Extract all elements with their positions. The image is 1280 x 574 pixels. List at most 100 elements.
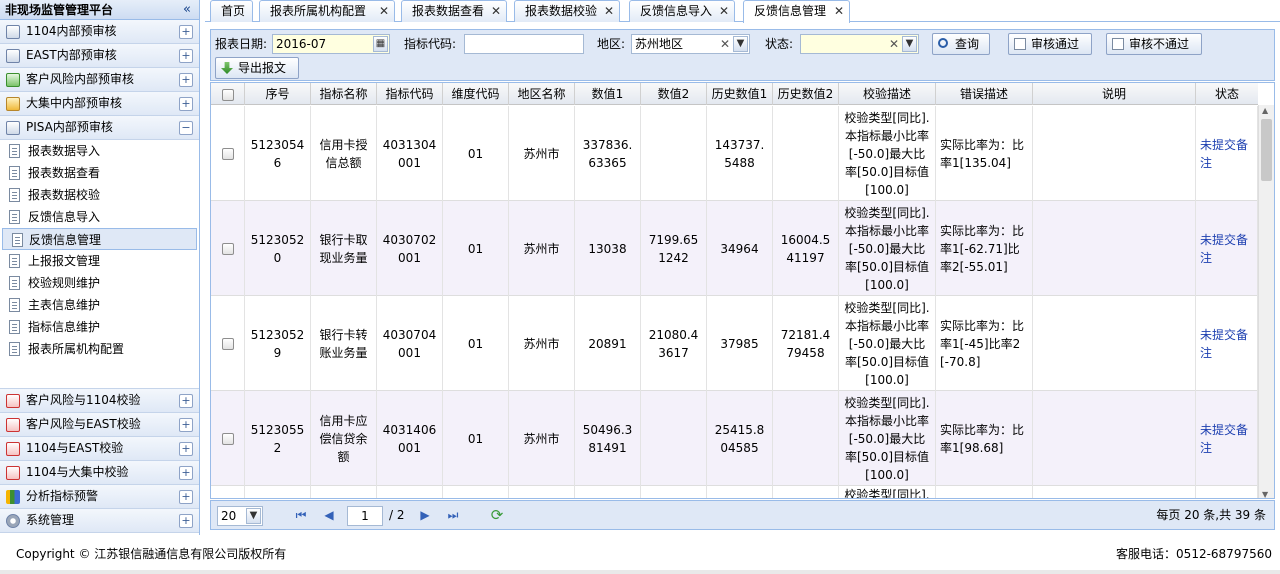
- row-checkbox[interactable]: [221, 147, 234, 160]
- select-all-checkbox[interactable]: [221, 88, 234, 101]
- sidebar-item-feedback-manage[interactable]: 反馈信息管理: [2, 228, 197, 250]
- collapse-icon[interactable]: −: [179, 121, 193, 135]
- cell-note[interactable]: [1033, 201, 1196, 296]
- cell-status[interactable]: 未提交备注: [1196, 106, 1258, 201]
- col-header[interactable]: 指标代码: [377, 83, 443, 105]
- col-header[interactable]: 地区名称: [509, 83, 575, 105]
- expand-icon[interactable]: +: [179, 97, 193, 111]
- col-header[interactable]: 状态: [1196, 83, 1258, 105]
- nav-group-pisa-prereview[interactable]: PISA内部预审核 −: [0, 116, 199, 140]
- refresh-icon[interactable]: ⟳: [489, 507, 505, 523]
- tab-feedback-import[interactable]: 反馈信息导入 ✕: [629, 0, 735, 22]
- col-header[interactable]: 说明: [1033, 83, 1196, 105]
- col-header[interactable]: 历史数值1: [707, 83, 773, 105]
- col-header[interactable]: 校验描述: [839, 83, 936, 105]
- chevron-down-icon[interactable]: ▼: [733, 36, 748, 52]
- col-header[interactable]: 指标名称: [311, 83, 377, 105]
- region-select[interactable]: 苏州地区 ✕ ▼: [631, 34, 750, 54]
- sidebar-item-main-table[interactable]: 主表信息维护: [0, 294, 199, 316]
- nav-group-system-manage[interactable]: 系统管理 +: [0, 509, 199, 533]
- export-button[interactable]: 导出报文: [215, 57, 299, 79]
- nav-group-1104-east[interactable]: 1104与EAST校验 +: [0, 437, 199, 461]
- chevron-down-icon[interactable]: ▼: [902, 36, 917, 52]
- sidebar-item-feedback-import[interactable]: 反馈信息导入: [0, 206, 199, 228]
- collapse-sidebar-icon[interactable]: «: [183, 0, 191, 20]
- close-icon[interactable]: ✕: [834, 1, 844, 21]
- cell-status[interactable]: 未提交备注: [1196, 296, 1258, 391]
- col-header[interactable]: 数值2: [641, 83, 707, 105]
- cell-status[interactable]: 未提交备注: [1196, 391, 1258, 486]
- expand-icon[interactable]: +: [179, 49, 193, 63]
- row-checkbox[interactable]: [221, 242, 234, 255]
- scroll-down-icon[interactable]: ▼: [1262, 490, 1268, 498]
- tab-home[interactable]: 首页: [210, 0, 253, 22]
- nav-group-1104-prereview[interactable]: 1104内部预审核 +: [0, 20, 199, 44]
- table-row[interactable]: 51230552 信用卡应偿信贷余额 4031406001 01 苏州市 50496.38…: [211, 391, 1258, 486]
- row-checkbox-cell[interactable]: [211, 106, 245, 201]
- page-size-select[interactable]: 20 ▼: [217, 506, 263, 526]
- col-header[interactable]: 维度代码: [443, 83, 509, 105]
- sidebar-item-report-validate[interactable]: 报表数据校验: [0, 184, 199, 206]
- nav-group-east-prereview[interactable]: EAST内部预审核 +: [0, 44, 199, 68]
- close-icon[interactable]: ✕: [379, 1, 389, 21]
- table-row[interactable]: 51230520 银行卡取现业务量 4030702001 01 苏州市 13038 7199…: [211, 201, 1258, 296]
- expand-icon[interactable]: +: [179, 394, 193, 408]
- next-page-icon[interactable]: ▶: [417, 507, 433, 523]
- col-header[interactable]: 数值1: [575, 83, 641, 105]
- cell-note[interactable]: [1033, 106, 1196, 201]
- sidebar-item-upload-message[interactable]: 上报报文管理: [0, 250, 199, 272]
- sidebar-item-report-import[interactable]: 报表数据导入: [0, 140, 199, 162]
- cell-note[interactable]: [1033, 486, 1196, 498]
- page-number-input[interactable]: 1: [347, 506, 383, 526]
- row-checkbox[interactable]: [221, 432, 234, 445]
- status-select[interactable]: ✕ ▼: [800, 34, 919, 54]
- cell-note[interactable]: [1033, 296, 1196, 391]
- prev-page-icon[interactable]: ◀: [321, 507, 337, 523]
- nav-group-risk-east[interactable]: 客户风险与EAST校验 +: [0, 413, 199, 437]
- select-all-checkbox-cell[interactable]: [211, 83, 245, 105]
- row-checkbox[interactable]: [221, 337, 234, 350]
- expand-icon[interactable]: +: [179, 418, 193, 432]
- nav-group-indicator-warning[interactable]: 分析指标预警 +: [0, 485, 199, 509]
- clear-icon[interactable]: ✕: [889, 35, 899, 53]
- close-icon[interactable]: ✕: [491, 1, 501, 21]
- calendar-icon[interactable]: ▦: [373, 36, 388, 52]
- sidebar-item-org-config[interactable]: 报表所属机构配置: [0, 338, 199, 360]
- row-checkbox-cell[interactable]: [211, 391, 245, 486]
- close-icon[interactable]: ✕: [719, 1, 729, 21]
- sidebar-item-indicator-maintain[interactable]: 指标信息维护: [0, 316, 199, 338]
- tab-org-config[interactable]: 报表所属机构配置 ✕: [259, 0, 395, 22]
- nav-group-centralized-prereview[interactable]: 大集中内部预审核 +: [0, 92, 199, 116]
- first-page-icon[interactable]: ⏮: [293, 507, 309, 523]
- table-row[interactable]: 51230529 银行卡转账业务量 4030704001 01 苏州市 20891 2108…: [211, 296, 1258, 391]
- cell-status[interactable]: 未提交备注: [1196, 201, 1258, 296]
- reject-button[interactable]: 审核不通过: [1106, 33, 1202, 55]
- chevron-down-icon[interactable]: ▼: [246, 508, 261, 524]
- col-header[interactable]: 历史数值2: [773, 83, 839, 105]
- expand-icon[interactable]: +: [179, 73, 193, 87]
- expand-icon[interactable]: +: [179, 514, 193, 528]
- last-page-icon[interactable]: ⏭: [445, 507, 461, 523]
- clear-icon[interactable]: ✕: [720, 35, 730, 53]
- tab-feedback-manage[interactable]: 反馈信息管理 ✕: [743, 0, 850, 23]
- row-checkbox-cell[interactable]: [211, 201, 245, 296]
- sidebar-item-report-view[interactable]: 报表数据查看: [0, 162, 199, 184]
- row-checkbox-cell[interactable]: [211, 296, 245, 391]
- tab-report-view[interactable]: 报表数据查看 ✕: [401, 0, 507, 22]
- vertical-scrollbar[interactable]: ▲ ▼: [1258, 105, 1274, 498]
- close-icon[interactable]: ✕: [604, 1, 614, 21]
- report-date-field[interactable]: 2016-07 ▦: [272, 34, 390, 54]
- col-header[interactable]: 错误描述: [936, 83, 1033, 105]
- expand-icon[interactable]: +: [179, 466, 193, 480]
- query-button[interactable]: 查询: [932, 33, 990, 55]
- indicator-code-input[interactable]: [464, 34, 584, 54]
- cell-status[interactable]: [1196, 486, 1258, 498]
- cell-note[interactable]: [1033, 391, 1196, 486]
- col-header[interactable]: 序号: [245, 83, 311, 105]
- table-row[interactable]: 校验类型[同比].: [211, 486, 1258, 498]
- expand-icon[interactable]: +: [179, 490, 193, 504]
- approve-button[interactable]: 审核通过: [1008, 33, 1092, 55]
- expand-icon[interactable]: +: [179, 442, 193, 456]
- nav-group-1104-centralized[interactable]: 1104与大集中校验 +: [0, 461, 199, 485]
- scroll-thumb[interactable]: [1261, 119, 1272, 181]
